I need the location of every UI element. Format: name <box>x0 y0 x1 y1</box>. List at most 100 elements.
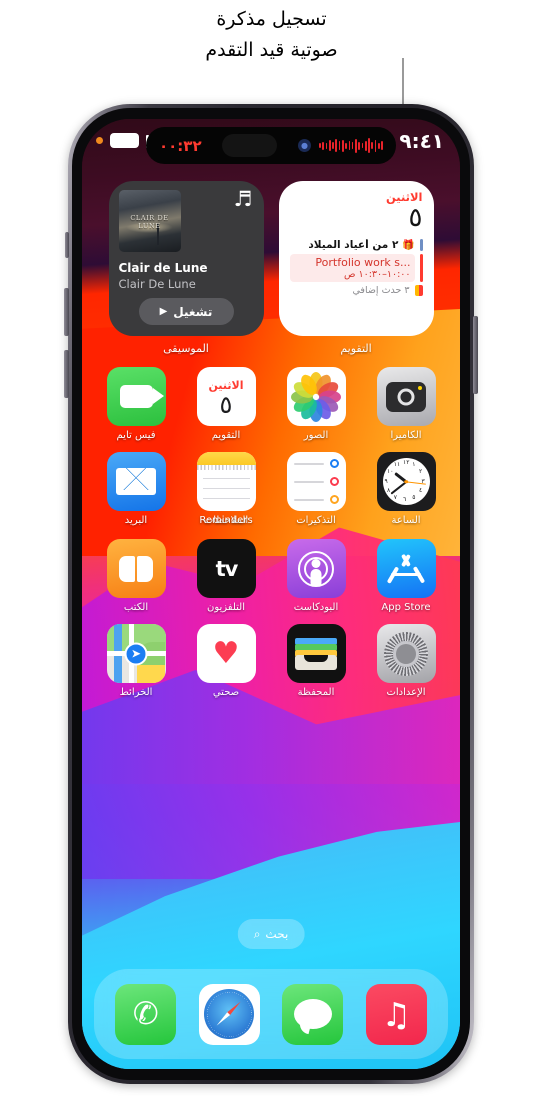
voice-memos-icon: ● <box>297 139 311 152</box>
camera-icon[interactable] <box>376 367 436 426</box>
app-row: البريد الملاحظات Reminders التذكيرات ١٢ … <box>100 452 442 528</box>
app-label-overlay: Reminders <box>199 515 253 526</box>
battery-icon <box>110 133 139 148</box>
home-screen: ٩:٤١ ٠٠:٣٢ ● ♬ CLAIR DE LUNE Clair de Lu… <box>82 119 460 1069</box>
app-row: الكتب tv التلفزيون البودكاست App Store <box>100 539 442 613</box>
artwork-caption: CLAIR DE LUNE <box>130 214 169 230</box>
app-maps[interactable]: ➤ الخرائط <box>100 624 172 698</box>
app-label: المحفظة <box>297 687 335 698</box>
play-button-label: تشغيل <box>173 304 213 319</box>
calendar-events-list: 🎁 ٢ من أعياد الميلاد Portfolio work s...… <box>289 239 423 296</box>
search-button[interactable]: بحث ⌕ <box>237 919 305 949</box>
track-title: Clair de Lune <box>118 261 208 275</box>
volume-up-button[interactable] <box>64 288 69 336</box>
app-label: الكتب <box>123 602 149 613</box>
app-notes[interactable]: الملاحظات Reminders <box>190 452 262 528</box>
app-books[interactable]: الكتب <box>100 539 172 613</box>
more-events-label: ٣ حدث إضافي <box>352 285 410 296</box>
maps-direction-badge: ➤ <box>124 642 148 665</box>
app-mail[interactable]: البريد <box>100 452 172 528</box>
books-icon[interactable] <box>106 539 166 598</box>
music-widget[interactable]: ♬ CLAIR DE LUNE Clair de Lune Clair De L… <box>108 181 264 355</box>
album-artwork: CLAIR DE LUNE <box>118 190 181 252</box>
app-facetime[interactable]: فيس تايم <box>100 367 172 441</box>
event-title: Portfolio work s... <box>315 256 411 269</box>
facetime-icon[interactable] <box>106 367 166 426</box>
photos-icon[interactable] <box>286 367 346 426</box>
safari-app-icon[interactable] <box>198 983 260 1045</box>
calendar-more-events-row[interactable]: ٣ حدث إضافي <box>290 285 423 296</box>
calendar-widget[interactable]: الاثنين ٥ 🎁 ٢ من أعياد الميلاد Portfolio… <box>278 181 434 355</box>
silent-switch[interactable] <box>65 232 69 258</box>
music-widget-card[interactable]: ♬ CLAIR DE LUNE Clair de Lune Clair De L… <box>108 181 264 336</box>
calendar-day-number: ٥ <box>408 203 423 233</box>
heart-icon: ♥ <box>212 635 240 671</box>
calendar-widget-card[interactable]: الاثنين ٥ 🎁 ٢ من أعياد الميلاد Portfolio… <box>278 181 434 336</box>
calendar-icon-dow: الاثنين <box>208 378 244 392</box>
messages-app-icon[interactable] <box>282 983 344 1045</box>
reminders-icon[interactable] <box>286 452 346 511</box>
app-label: التقويم <box>211 430 241 441</box>
calendar-event-row[interactable]: 🎁 ٢ من أعياد الميلاد <box>290 239 423 251</box>
play-triangle-icon: ▶ <box>159 306 168 317</box>
search-label: بحث <box>265 927 289 941</box>
widget-row: ♬ CLAIR DE LUNE Clair de Lune Clair De L… <box>82 181 460 355</box>
search-magnifier-icon: ⌕ <box>253 926 261 941</box>
app-app-store[interactable]: App Store <box>370 539 442 613</box>
app-reminders[interactable]: التذكيرات <box>280 452 352 528</box>
event-color-bar <box>419 239 423 251</box>
app-label: صحتي <box>212 687 240 698</box>
orange-recording-dot-icon <box>96 137 103 144</box>
health-icon[interactable]: ♥ <box>196 624 256 683</box>
music-app-icon[interactable]: ♫ <box>365 983 427 1045</box>
app-podcasts[interactable]: البودكاست <box>280 539 352 613</box>
app-camera[interactable]: الكاميرا <box>370 367 442 441</box>
app-row: ➤ الخرائط ♥ صحتي المحفظة الإعدادات <box>100 624 442 698</box>
event-time: ١٠:٠٠–١٠:٣٠ ص <box>343 269 411 280</box>
calendar-day-of-week: الاثنين <box>385 190 423 204</box>
app-grid: فيس تايم الاثنين ٥ التقويم الصور الكامير… <box>82 367 460 698</box>
podcasts-icon[interactable] <box>286 539 346 598</box>
dynamic-island-right: ● <box>297 138 383 154</box>
play-button[interactable]: تشغيل ▶ <box>138 298 234 325</box>
volume-down-button[interactable] <box>64 350 69 398</box>
notes-icon[interactable] <box>196 452 256 511</box>
camera-cutout <box>222 134 278 157</box>
tv-icon[interactable]: tv <box>196 539 256 598</box>
app-calendar[interactable]: الاثنين ٥ التقويم <box>190 367 262 441</box>
app-settings[interactable]: الإعدادات <box>370 624 442 698</box>
clock-icon[interactable]: ١٢ ١ ٢ ٣ ٤ ٥ ٦ ٧ ٨ ٩ ١٠ ١١ <box>376 452 436 511</box>
side-power-button[interactable] <box>473 316 478 394</box>
app-label: الكاميرا <box>390 430 422 441</box>
iphone-device-frame: ٩:٤١ ٠٠:٣٢ ● ♬ CLAIR DE LUNE Clair de Lu… <box>64 104 478 1084</box>
calendar-event-row[interactable]: Portfolio work s... ١٠:٠٠–١٠:٣٠ ص <box>289 254 423 282</box>
app-label: الساعة <box>391 515 421 526</box>
app-wallet[interactable]: المحفظة <box>280 624 352 698</box>
app-label: التذكيرات <box>296 515 336 526</box>
event-title: 🎁 ٢ من أعياد الميلاد <box>308 239 415 251</box>
app-store-icon[interactable] <box>376 539 436 598</box>
calendar-icon[interactable]: الاثنين ٥ <box>196 367 256 426</box>
event-color-bar <box>419 254 423 282</box>
annotation-line-1: تسجيل مذكرة <box>216 8 327 30</box>
track-subtitle: Clair De Lune <box>118 277 196 291</box>
app-label: البودكاست <box>293 602 339 613</box>
app-health[interactable]: ♥ صحتي <box>190 624 262 698</box>
wallet-icon[interactable] <box>286 624 346 683</box>
app-label: App Store <box>381 602 431 613</box>
app-photos[interactable]: الصور <box>280 367 352 441</box>
phone-app-icon[interactable]: ✆ <box>115 983 177 1045</box>
settings-icon[interactable] <box>376 624 436 683</box>
music-note-icon: ♬ <box>233 187 253 211</box>
app-label-overlapping: الملاحظات Reminders <box>190 515 262 528</box>
app-label: الصور <box>303 430 329 441</box>
dynamic-island-recording[interactable]: ٠٠:٣٢ ● <box>146 127 396 164</box>
app-clock[interactable]: ١٢ ١ ٢ ٣ ٤ ٥ ٦ ٧ ٨ ٩ ١٠ ١١ الساعة <box>370 452 442 528</box>
event-color-bar <box>414 285 423 296</box>
callout-annotation: تسجيل مذكرة صوتية قيد التقدم <box>0 4 543 66</box>
app-label: فيس تايم <box>116 430 156 441</box>
mail-icon[interactable] <box>106 452 166 511</box>
app-label: البريد <box>124 515 148 526</box>
app-tv[interactable]: tv التلفزيون <box>190 539 262 613</box>
maps-icon[interactable]: ➤ <box>106 624 166 683</box>
